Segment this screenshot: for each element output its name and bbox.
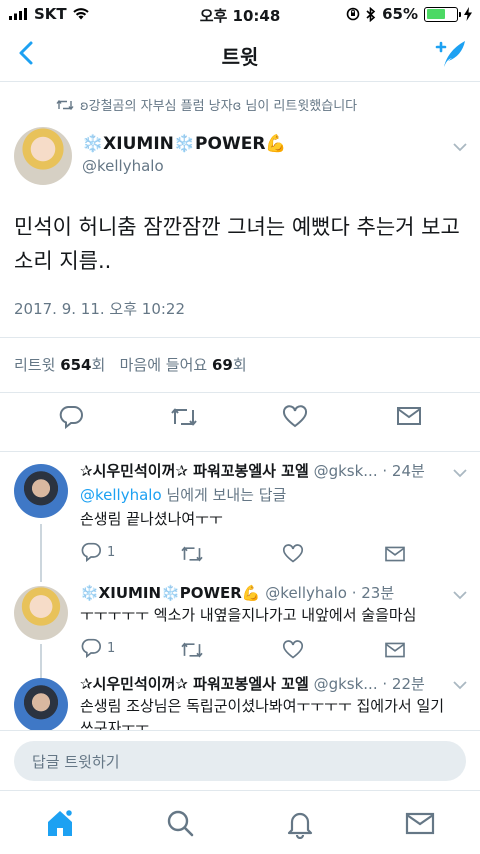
tweet-actions (0, 405, 480, 439)
avatar[interactable] (14, 586, 68, 640)
top-navbar: 트윗 (0, 28, 480, 82)
heart-icon[interactable] (282, 405, 308, 429)
home-icon[interactable] (44, 807, 76, 839)
chevron-down-icon[interactable] (452, 590, 468, 600)
envelope-icon[interactable] (404, 807, 436, 839)
tweet-text: 민석이 허니춤 잠깐잠깐 그녀는 예뻤다 추는거 보고 소리 지름.. (14, 215, 460, 273)
retweet-icon[interactable] (180, 640, 204, 660)
bottom-tabbar (0, 790, 480, 854)
reply-tweet[interactable]: ❄️XIUMIN❄️POWER💪 @kellyhalo · 23분 ㅜㅜㅜㅜㅜ … (0, 576, 480, 672)
retweeted-by-label: ʚ강철곰의 자부심 플럼 낭자ɞ 님이 리트윗했습니다 (80, 99, 358, 114)
tweet-stats: 리트윗 654회 마음에 들어요 69회 (0, 337, 480, 393)
envelope-icon[interactable] (396, 405, 422, 427)
chevron-down-icon[interactable] (452, 680, 468, 690)
reply-author[interactable]: ✰시우민석이꺼✰ 파워꼬봉엘사 꼬엘 @gksk... · 22분 (80, 673, 425, 694)
reply-tweet[interactable]: ✰시우민석이꺼✰ 파워꼬봉엘사 꼬엘 @gksk... · 24분 @kelly… (0, 452, 480, 576)
page-title: 트윗 (221, 45, 259, 69)
chevron-down-icon[interactable] (452, 468, 468, 478)
reply-composer: 답글 트윗하기 (0, 730, 480, 790)
bell-icon[interactable] (284, 807, 316, 839)
reply-count: 1 (107, 640, 116, 656)
retweeted-by-notice[interactable]: ʚ강철곰의 자부심 플럼 낭자ɞ 님이 리트윗했습니다 (56, 95, 357, 114)
charging-icon (464, 7, 472, 21)
reply-author[interactable]: ❄️XIUMIN❄️POWER💪 @kellyhalo · 23분 (80, 582, 394, 603)
reply-count: 1 (107, 544, 116, 560)
compose-tweet-icon[interactable] (432, 36, 468, 72)
rotation-lock-icon (346, 7, 360, 21)
reply-text: 손생림 조상님은 독립군이셨나봐여ㅜㅜㅜㅜ 집에가서 일기쓰구자ㅜㅜ (80, 697, 445, 730)
chevron-down-icon[interactable] (452, 142, 468, 152)
status-right: 65% (346, 5, 472, 23)
likes-stat[interactable]: 마음에 들어요 69회 (120, 356, 247, 374)
retweet-icon[interactable] (170, 405, 198, 429)
reply-author[interactable]: ✰시우민석이꺼✰ 파워꼬봉엘사 꼬엘 @gksk... · 24분 (80, 460, 425, 481)
replying-to-handle[interactable]: @kellyhalo (80, 486, 162, 504)
heart-icon[interactable] (282, 544, 304, 564)
reply-icon[interactable]: 1 (80, 542, 115, 562)
retweet-icon (56, 99, 74, 111)
battery-icon (424, 6, 461, 22)
retweet-icon[interactable] (180, 544, 204, 564)
author-display-name[interactable]: ❄️XIUMIN❄️POWER💪 (82, 134, 287, 154)
tweet-date: 2017. 9. 11. 오후 10:22 (14, 300, 186, 318)
avatar[interactable] (14, 678, 68, 730)
avatar[interactable] (14, 127, 72, 185)
author-handle[interactable]: @kellyhalo (82, 157, 164, 175)
retweets-stat[interactable]: 리트윗 654회 (14, 356, 105, 374)
battery-percent: 65% (382, 5, 418, 23)
envelope-icon[interactable] (384, 641, 406, 659)
bluetooth-icon (366, 6, 376, 22)
reply-text: ㅜㅜㅜㅜㅜ 엑소가 내옆을지나가고 내앞에서 술을마심 (80, 606, 417, 624)
reply-tweet[interactable]: ✰시우민석이꺼✰ 파워꼬봉엘사 꼬엘 @gksk... · 22분 손생림 조상… (0, 668, 480, 730)
status-bar: SKT 오후 10:48 65% (0, 0, 480, 28)
avatar[interactable] (14, 464, 68, 518)
search-icon[interactable] (164, 807, 196, 839)
reply-icon[interactable] (58, 405, 84, 429)
reply-input[interactable]: 답글 트윗하기 (14, 741, 466, 781)
envelope-icon[interactable] (384, 545, 406, 563)
heart-icon[interactable] (282, 640, 304, 660)
reply-text: 손생림 끝나셨나여ㅜㅜ (80, 510, 223, 528)
reply-icon[interactable]: 1 (80, 638, 115, 658)
replying-to: @kellyhalo 님에게 보내는 답글 (80, 486, 287, 504)
